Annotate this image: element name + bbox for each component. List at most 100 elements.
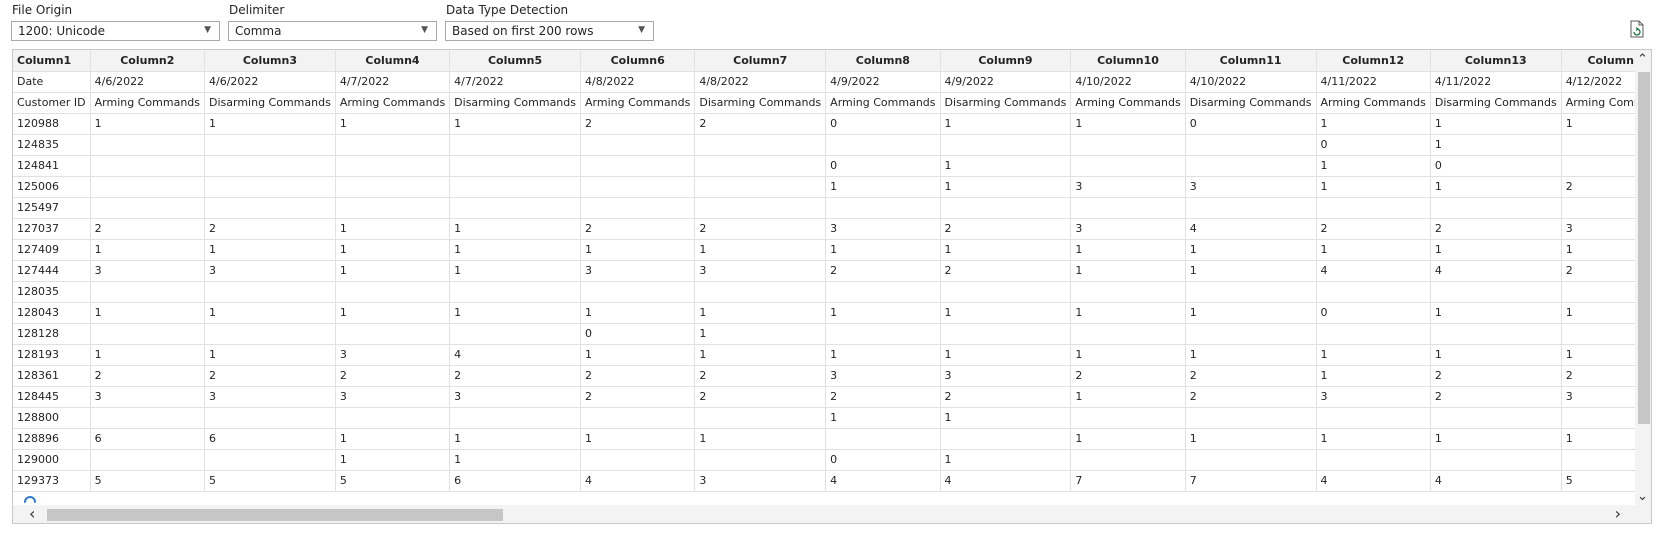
table-cell: 2 <box>694 218 827 240</box>
delimiter-label: Delimiter <box>229 3 285 17</box>
table-cell <box>90 155 206 177</box>
table-cell <box>694 134 827 156</box>
file-origin-select[interactable]: 1200: Unicode ▼ <box>11 21 220 41</box>
table-cell: 6 <box>449 470 581 492</box>
table-cell: 1 <box>449 260 581 282</box>
delimiter-select[interactable]: Comma ▼ <box>228 21 437 41</box>
table-cell <box>449 407 581 429</box>
table-cell: 2 <box>580 365 696 387</box>
chevron-down-icon: ▼ <box>638 25 645 35</box>
table-cell: 4 <box>1185 218 1317 240</box>
data-preview-grid[interactable]: Column1 Column2 Column3 Column4 Column5 Colum… <box>12 49 1652 524</box>
column-header: Column13 <box>1430 50 1562 72</box>
table-cell <box>1185 323 1317 345</box>
table-cell: 124835 <box>13 134 91 156</box>
table-cell: 128361 <box>13 365 91 387</box>
table-cell <box>204 407 336 429</box>
table-cell: 6 <box>90 428 206 450</box>
table-cell: Disarming Commands <box>1185 92 1317 114</box>
file-refresh-icon[interactable] <box>1629 20 1645 38</box>
table-cell <box>825 323 941 345</box>
table-cell: 128128 <box>13 323 91 345</box>
file-origin-value: 1200: Unicode <box>18 24 106 38</box>
table-cell: 2 <box>90 365 206 387</box>
table-cell: 6 <box>204 428 336 450</box>
table-cell <box>335 197 451 219</box>
data-type-detection-select[interactable]: Based on first 200 rows ▼ <box>445 21 654 41</box>
table-cell: 2 <box>1430 386 1562 408</box>
table-cell: 1 <box>1316 113 1431 135</box>
table-cell <box>204 176 336 198</box>
column-header: Column12 <box>1316 50 1431 72</box>
table-cell: 2 <box>1430 365 1562 387</box>
table-cell <box>1316 407 1431 429</box>
table-cell: 3 <box>940 365 1072 387</box>
table-cell: 129000 <box>13 449 91 471</box>
table-cell: 2 <box>1070 365 1186 387</box>
table-cell: 4/9/2022 <box>940 71 1072 93</box>
table-cell: Arming Commands <box>825 92 941 114</box>
table-cell <box>90 197 206 219</box>
table-cell: 5 <box>335 470 451 492</box>
column-header: Column7 <box>694 50 827 72</box>
scroll-up-icon[interactable]: ⌃ <box>1637 53 1648 66</box>
table-cell <box>1070 323 1186 345</box>
column-header: Column5 <box>449 50 581 72</box>
scroll-down-icon[interactable]: ⌄ <box>1637 490 1648 503</box>
table-row: 128800 1 1 <box>13 407 1651 429</box>
vertical-scrollbar[interactable]: ⌃ ⌄ <box>1635 50 1651 506</box>
table-cell <box>1185 155 1317 177</box>
table-cell: 1 <box>1070 239 1186 261</box>
table-cell: 1 <box>940 113 1072 135</box>
table-cell <box>1430 449 1562 471</box>
table-cell <box>449 197 581 219</box>
table-cell <box>449 323 581 345</box>
table-cell <box>1430 323 1562 345</box>
table-cell: 127444 <box>13 260 91 282</box>
delimiter-value: Comma <box>235 24 282 38</box>
table-cell <box>204 197 336 219</box>
table-cell: 1 <box>1185 239 1317 261</box>
vertical-scroll-thumb[interactable] <box>1638 72 1650 424</box>
table-cell: 3 <box>335 386 451 408</box>
table-cell: 4/10/2022 <box>1070 71 1186 93</box>
table-cell <box>825 134 941 156</box>
table-row: 124835 0 1 <box>13 134 1651 156</box>
table-row: 128043111111111101101 <box>13 302 1651 324</box>
table-cell: 1 <box>1430 176 1562 198</box>
table-cell: 4/7/2022 <box>335 71 451 93</box>
table-cell: 3 <box>825 218 941 240</box>
table-cell <box>1185 281 1317 303</box>
table-cell: 125497 <box>13 197 91 219</box>
table-cell: 4/8/2022 <box>694 71 827 93</box>
table-cell: 4 <box>1316 470 1431 492</box>
data-type-detection-label: Data Type Detection <box>446 3 569 17</box>
table-cell: 1 <box>940 239 1072 261</box>
table-cell: 2 <box>940 218 1072 240</box>
column-header: Column10 <box>1070 50 1186 72</box>
table-cell: 0 <box>1185 113 1317 135</box>
column-header: Column6 <box>580 50 696 72</box>
table-cell: 1 <box>825 302 941 324</box>
table-cell <box>90 134 206 156</box>
table-cell <box>580 176 696 198</box>
table-cell: 4/11/2022 <box>1430 71 1562 93</box>
table-cell: 1 <box>335 239 451 261</box>
table-cell: 1 <box>940 449 1072 471</box>
table-cell <box>90 407 206 429</box>
horizontal-scrollbar[interactable]: ‹ › <box>13 505 1651 523</box>
table-cell: 2 <box>580 386 696 408</box>
table-cell: 120988 <box>13 113 91 135</box>
table-cell: 4 <box>825 470 941 492</box>
table-cell: 0 <box>825 113 941 135</box>
scroll-right-icon[interactable]: › <box>1615 505 1621 523</box>
table-cell: 4/7/2022 <box>449 71 581 93</box>
table-cell <box>1185 407 1317 429</box>
table-cell: 1 <box>1316 344 1431 366</box>
table-cell: 1 <box>694 302 827 324</box>
horizontal-scroll-thumb[interactable] <box>47 509 503 521</box>
table-cell: Disarming Commands <box>694 92 827 114</box>
table-cell: 4/8/2022 <box>580 71 696 93</box>
table-cell: 7 <box>1185 470 1317 492</box>
table-cell: 1 <box>1070 428 1186 450</box>
